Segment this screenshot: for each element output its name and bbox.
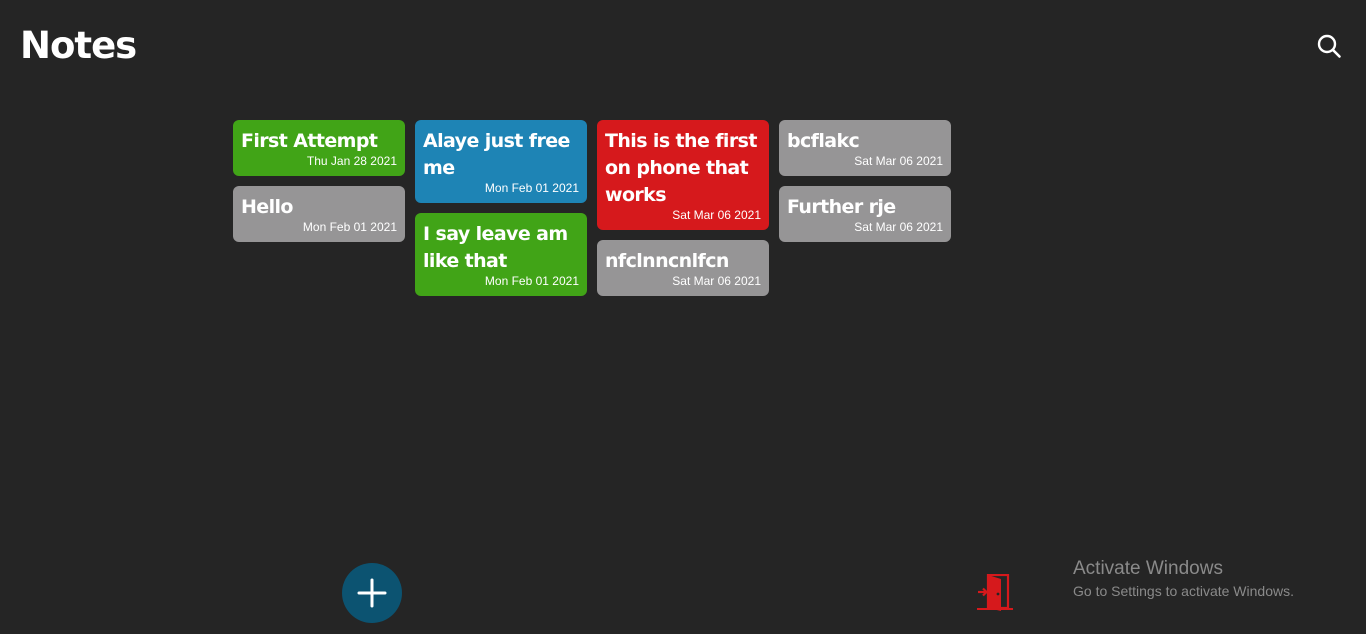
note-date: Sat Mar 06 2021 (854, 220, 943, 234)
note-title: Hello (241, 196, 293, 218)
plus-icon (357, 578, 387, 608)
note-card[interactable]: First Attempt Thu Jan 28 2021 (233, 120, 405, 176)
note-card[interactable]: bcflakc Sat Mar 06 2021 (779, 120, 951, 176)
page-title: Notes (20, 24, 137, 67)
note-card[interactable]: Hello Mon Feb 01 2021 (233, 186, 405, 242)
add-note-button[interactable] (342, 563, 402, 623)
note-title: I say leave am like that (423, 223, 568, 272)
exit-door-icon (977, 573, 1013, 611)
note-title: Further rje (787, 196, 896, 218)
note-title: First Attempt (241, 130, 378, 152)
search-button[interactable] (1316, 33, 1342, 59)
watermark-title: Activate Windows (1073, 558, 1223, 579)
note-card[interactable]: Alaye just free me Mon Feb 01 2021 (415, 120, 587, 203)
note-date: Sat Mar 06 2021 (672, 208, 761, 222)
notes-grid: First Attempt Thu Jan 28 2021 Hello Mon … (233, 120, 951, 296)
note-title: This is the first on phone that works (605, 130, 757, 206)
note-title: Alaye just free me (423, 130, 570, 179)
note-date: Sat Mar 06 2021 (672, 274, 761, 288)
note-card[interactable]: This is the first on phone that works Sa… (597, 120, 769, 230)
note-date: Thu Jan 28 2021 (306, 154, 397, 168)
notes-column-4: bcflakc Sat Mar 06 2021 Further rje Sat … (779, 120, 951, 296)
note-title: nfclnncnlfcn (605, 250, 729, 272)
note-title: bcflakc (787, 130, 860, 152)
watermark-subtitle: Go to Settings to activate Windows. (1073, 583, 1294, 599)
note-card[interactable]: nfclnncnlfcn Sat Mar 06 2021 (597, 240, 769, 296)
notes-column-1: First Attempt Thu Jan 28 2021 Hello Mon … (233, 120, 405, 296)
notes-column-3: This is the first on phone that works Sa… (597, 120, 769, 296)
note-date: Mon Feb 01 2021 (484, 274, 579, 288)
activate-windows-watermark: Activate Windows Go to Settings to activ… (1073, 557, 1294, 601)
note-date: Mon Feb 01 2021 (302, 220, 397, 234)
notes-column-2: Alaye just free me Mon Feb 01 2021 I say… (415, 120, 587, 296)
note-card[interactable]: I say leave am like that Mon Feb 01 2021 (415, 213, 587, 296)
note-date: Mon Feb 01 2021 (484, 181, 579, 195)
logout-button[interactable] (975, 573, 1015, 612)
search-icon (1317, 34, 1341, 58)
note-date: Sat Mar 06 2021 (854, 154, 943, 168)
note-card[interactable]: Further rje Sat Mar 06 2021 (779, 186, 951, 242)
